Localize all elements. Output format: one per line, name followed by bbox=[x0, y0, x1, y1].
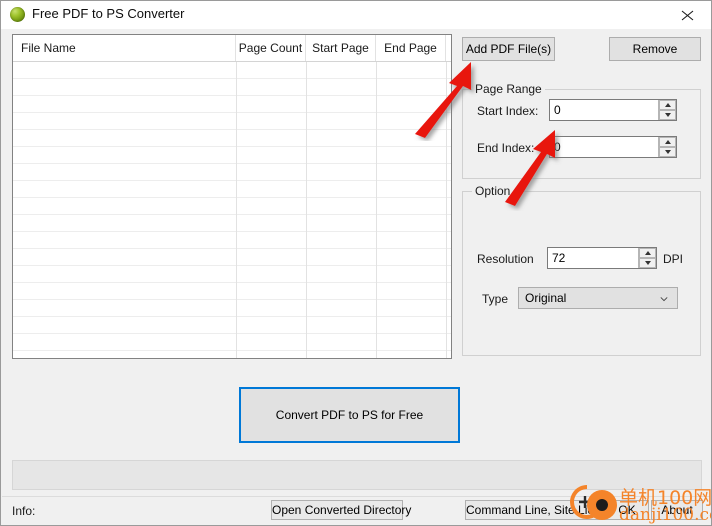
table-row[interactable] bbox=[13, 181, 451, 198]
close-button[interactable] bbox=[665, 1, 711, 29]
table-row[interactable] bbox=[13, 334, 451, 351]
end-index-input[interactable] bbox=[554, 137, 656, 157]
end-index-increment-button[interactable] bbox=[659, 137, 676, 147]
start-index-stepper[interactable] bbox=[549, 99, 677, 121]
table-row[interactable] bbox=[13, 147, 451, 164]
table-row[interactable] bbox=[13, 130, 451, 147]
info-label: Info: bbox=[12, 504, 36, 518]
type-dropdown[interactable]: Original bbox=[518, 287, 678, 309]
option-group-title: Option bbox=[472, 184, 514, 198]
end-index-label: End Index: bbox=[477, 141, 535, 155]
close-icon bbox=[681, 10, 694, 21]
table-row[interactable] bbox=[13, 249, 451, 266]
progress-bar bbox=[12, 460, 702, 490]
table-row[interactable] bbox=[13, 232, 451, 249]
end-index-decrement-button[interactable] bbox=[659, 147, 676, 157]
option-group: Option bbox=[462, 184, 701, 356]
table-row[interactable] bbox=[13, 317, 451, 334]
application-window: Free PDF to PS Converter File Name Page … bbox=[0, 0, 712, 526]
table-row[interactable] bbox=[13, 79, 451, 96]
start-index-input[interactable] bbox=[554, 100, 656, 120]
start-index-label: Start Index: bbox=[477, 104, 539, 118]
resolution-input[interactable] bbox=[552, 248, 636, 268]
chevron-down-icon bbox=[660, 297, 668, 302]
table-row[interactable] bbox=[13, 198, 451, 215]
start-index-spin-buttons bbox=[658, 100, 676, 120]
table-row[interactable] bbox=[13, 215, 451, 232]
column-header-end-page[interactable]: End Page bbox=[376, 35, 446, 61]
end-index-spin-buttons bbox=[658, 137, 676, 157]
resolution-label: Resolution bbox=[477, 252, 534, 266]
resolution-stepper[interactable] bbox=[547, 247, 657, 269]
table-row[interactable] bbox=[13, 96, 451, 113]
type-label: Type bbox=[482, 292, 509, 306]
convert-button[interactable]: Convert PDF to PS for Free bbox=[239, 387, 460, 443]
table-row[interactable] bbox=[13, 283, 451, 300]
table-row[interactable] bbox=[13, 62, 451, 79]
table-empty-rows bbox=[13, 62, 451, 351]
start-index-decrement-button[interactable] bbox=[659, 110, 676, 120]
column-divider bbox=[376, 62, 377, 358]
column-divider bbox=[306, 62, 307, 358]
column-header-start-page[interactable]: Start Page bbox=[306, 35, 376, 61]
column-divider bbox=[236, 62, 237, 358]
end-index-stepper[interactable] bbox=[549, 136, 677, 158]
column-header-file-name[interactable]: File Name bbox=[13, 35, 236, 61]
table-body[interactable] bbox=[13, 62, 451, 358]
start-index-increment-button[interactable] bbox=[659, 100, 676, 110]
table-row[interactable] bbox=[13, 113, 451, 130]
title-bar: Free PDF to PS Converter bbox=[1, 1, 711, 29]
app-logo-icon bbox=[10, 7, 25, 22]
table-row[interactable] bbox=[13, 266, 451, 283]
about-button[interactable]: About bbox=[651, 500, 703, 520]
resolution-decrement-button[interactable] bbox=[639, 258, 656, 268]
file-list-table[interactable]: File Name Page Count Start Page End Page bbox=[12, 34, 452, 359]
table-row[interactable] bbox=[13, 300, 451, 317]
window-title: Free PDF to PS Converter bbox=[32, 6, 185, 21]
table-row[interactable] bbox=[13, 164, 451, 181]
type-selected-value: Original bbox=[525, 291, 567, 305]
column-divider bbox=[446, 62, 447, 358]
open-converted-directory-button[interactable]: Open Converted Directory bbox=[271, 500, 411, 520]
add-pdf-files-button[interactable]: Add PDF File(s) bbox=[462, 37, 555, 61]
dpi-unit-label: DPI bbox=[663, 252, 684, 266]
remove-button[interactable]: Remove bbox=[609, 37, 701, 61]
ok-button[interactable]: OK bbox=[605, 500, 649, 520]
column-header-page-count[interactable]: Page Count bbox=[236, 35, 306, 61]
resolution-increment-button[interactable] bbox=[639, 248, 656, 258]
resolution-spin-buttons bbox=[638, 248, 656, 268]
table-header-row: File Name Page Count Start Page End Page bbox=[13, 35, 451, 62]
command-line-site-license-button[interactable]: Command Line, Site License bbox=[465, 500, 605, 520]
page-range-group-title: Page Range bbox=[472, 82, 545, 96]
